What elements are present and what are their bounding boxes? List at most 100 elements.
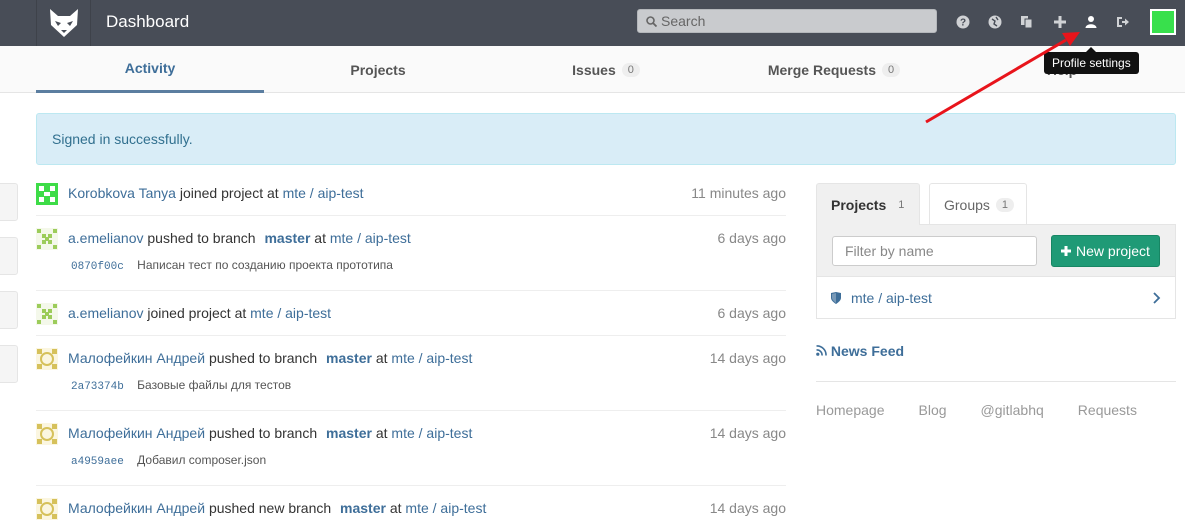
copy-icon[interactable] — [1018, 13, 1036, 31]
project-list-item[interactable]: mte / aip-test — [816, 277, 1176, 319]
avatar[interactable] — [36, 348, 58, 370]
news-feed-label: News Feed — [830, 343, 905, 359]
commit-message: Написан тест по созданию проекта прототи… — [137, 258, 393, 272]
commit-sha-link[interactable]: a4959aee — [71, 456, 124, 468]
footer-link-gitlabhq[interactable]: @gitlabhq — [981, 402, 1044, 418]
footer-link-blog[interactable]: Blog — [919, 402, 947, 418]
page-title: Dashboard — [106, 12, 190, 31]
event-action: pushed new branch — [208, 500, 332, 516]
event-title: Малофейкин Андрей pushed to branch maste… — [68, 350, 472, 366]
event-at: at — [375, 350, 388, 366]
avatar[interactable] — [36, 423, 58, 445]
event-author-link[interactable]: Korobkova Tanya — [68, 185, 176, 201]
event-at: at — [267, 185, 279, 201]
tab-merge-requests[interactable]: Merge Requests 0 — [720, 46, 948, 93]
event-branch-link[interactable]: master — [340, 500, 386, 516]
sign-out-icon[interactable] — [1114, 13, 1132, 31]
avatar[interactable] — [36, 498, 58, 520]
event-project-link[interactable]: mte / aip-test — [391, 350, 472, 366]
new-project-label: New project — [1076, 243, 1150, 259]
tab-label: Merge Requests — [767, 61, 877, 78]
chevron-right-icon — [1153, 291, 1161, 304]
user-icon[interactable] — [1082, 13, 1100, 31]
event-author-link[interactable]: Малофейкин Андрей — [68, 350, 205, 366]
project-name: mte / aip-test — [851, 289, 932, 306]
event-project-link[interactable]: mte / aip-test — [405, 500, 486, 516]
event-item: Малофейкин Андрей pushed to branch maste… — [36, 423, 786, 486]
event-branch-link[interactable]: master — [326, 350, 372, 366]
event-project-link[interactable]: mte / aip-test — [330, 230, 411, 246]
filter-projects-input[interactable] — [832, 236, 1037, 266]
plus-icon[interactable] — [1051, 13, 1069, 31]
commit-sha-link[interactable]: 2a73374b — [71, 381, 124, 393]
user-avatar[interactable] — [1150, 9, 1176, 35]
event-action: pushed to branch — [147, 230, 256, 246]
flash-notice: Signed in successfully. — [36, 113, 1176, 165]
event-author-link[interactable]: a.emelianov — [68, 305, 144, 321]
tab-projects-panel[interactable]: Projects 1 — [816, 183, 920, 225]
commit-line: 2a73374b Базовые файлы для тестов — [71, 378, 291, 393]
news-feed-link[interactable]: News Feed — [816, 343, 904, 359]
event-branch-link[interactable]: master — [326, 425, 372, 441]
plus-icon — [1061, 246, 1072, 256]
event-at: at — [375, 425, 388, 441]
footer-link-homepage[interactable]: Homepage — [816, 402, 885, 418]
event-project-link[interactable]: mte / aip-test — [250, 305, 331, 321]
event-time: 6 days ago — [717, 230, 787, 246]
footer-link-requests[interactable]: Requests — [1078, 402, 1137, 418]
tab-issues[interactable]: Issues 0 — [492, 46, 720, 93]
commit-line: 0870f00c Написан тест по созданию проект… — [71, 258, 393, 273]
divider — [816, 381, 1176, 382]
event-action: pushed to branch — [208, 350, 318, 366]
globe-icon[interactable] — [986, 13, 1004, 31]
event-author-link[interactable]: Малофейкин Андрей — [68, 425, 205, 441]
help-icon[interactable]: ? — [954, 13, 972, 31]
avatar[interactable] — [36, 303, 58, 325]
event-time: 14 days ago — [709, 425, 786, 441]
side-filter-merge[interactable] — [0, 237, 18, 275]
tab-label: Groups — [944, 196, 990, 213]
event-time: 11 minutes ago — [691, 185, 786, 201]
tab-activity[interactable]: Activity — [36, 46, 264, 93]
event-author-link[interactable]: Малофейкин Андрей — [68, 500, 205, 516]
search-input[interactable] — [661, 13, 921, 29]
tab-groups-panel[interactable]: Groups 1 — [929, 183, 1027, 225]
fox-logo-icon — [49, 9, 78, 37]
new-project-button[interactable]: New project — [1051, 235, 1160, 267]
groups-count-badge: 1 — [995, 197, 1015, 212]
issues-count-badge: 0 — [621, 62, 640, 77]
event-item: Малофейкин Андрей pushed new branch mast… — [36, 498, 786, 528]
event-at: at — [234, 305, 247, 321]
avatar[interactable] — [36, 183, 58, 205]
search-box[interactable] — [637, 9, 937, 33]
event-time: 6 days ago — [717, 305, 787, 321]
event-branch-link[interactable]: master — [264, 230, 310, 246]
event-item: a.emelianov pushed to branch master at m… — [36, 228, 786, 291]
event-item: a.emelianov joined project at mte / aip-… — [36, 303, 786, 336]
commit-line: a4959aee Добавил composer.json — [71, 453, 266, 468]
event-title: Korobkova Tanya joined project at mte / … — [68, 185, 364, 201]
tab-label: Activity — [124, 60, 176, 76]
event-author-link[interactable]: a.emelianov — [68, 230, 144, 246]
tab-projects[interactable]: Projects — [264, 46, 492, 93]
tab-label: Projects — [831, 196, 887, 213]
event-project-link[interactable]: mte / aip-test — [283, 185, 364, 201]
shield-icon — [831, 291, 841, 304]
gitlab-logo[interactable] — [36, 0, 91, 46]
side-filter-push[interactable] — [0, 183, 18, 221]
avatar[interactable] — [36, 228, 58, 250]
event-action: pushed to branch — [208, 425, 318, 441]
profile-settings-tooltip: Profile settings — [1044, 47, 1139, 74]
svg-text:?: ? — [960, 18, 966, 29]
side-filter-comments[interactable] — [0, 291, 18, 329]
main-nav: Activity Projects Issues 0 Merge Requests… — [0, 46, 1185, 93]
event-title: a.emelianov joined project at mte / aip-… — [68, 305, 331, 321]
side-filter-team[interactable] — [0, 345, 18, 383]
top-header: Dashboard ? — [0, 0, 1185, 46]
event-title: Малофейкин Андрей pushed to branch maste… — [68, 425, 472, 441]
commit-sha-link[interactable]: 0870f00c — [71, 261, 124, 273]
event-at: at — [389, 500, 402, 516]
event-project-link[interactable]: mte / aip-test — [391, 425, 472, 441]
event-title: Малофейкин Андрей pushed new branch mast… — [68, 500, 486, 516]
event-item: Korobkova Tanya joined project at mte / … — [36, 183, 786, 216]
